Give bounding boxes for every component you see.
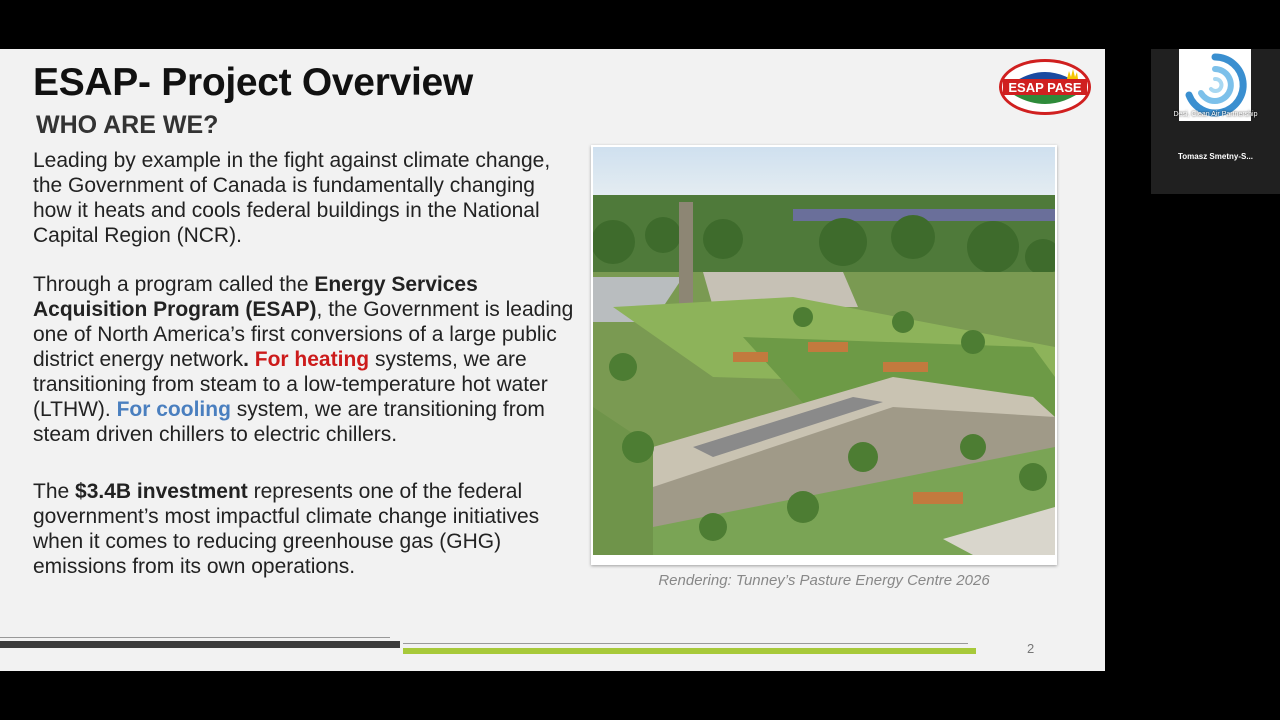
heating-highlight: For heating [254,348,370,371]
footer-divider-thin [0,637,390,638]
participant-thumb-label: Desi, Clean Air Partnership [1173,111,1258,118]
slide-body: Leading by example in the fight against … [33,148,578,603]
footer-bar-dark [0,641,400,648]
cooling-highlight: For cooling [116,398,231,421]
participant-video-panel[interactable]: Desi, Clean Air Partnership Tomasz Smetn… [1151,49,1280,194]
esap-pase-logo: ESAP PASE [997,57,1093,117]
paragraph-intro: Leading by example in the fight against … [33,149,551,247]
slide-title: ESAP- Project Overview [33,61,473,104]
slide-page-number: 2 [1027,641,1035,656]
energy-centre-rendering-image [591,145,1057,565]
presentation-slide: ESAP- Project Overview WHO ARE WE? ESAP … [0,49,1105,671]
slide-subtitle: WHO ARE WE? [36,111,219,139]
paragraph-investment: The $3.4B investment represents one of t… [33,480,540,578]
footer-divider-thin-2 [403,643,968,644]
image-caption: Rendering: Tunney’s Pasture Energy Centr… [658,572,990,589]
participant-name: Tomasz Smetny-S... [1178,152,1253,161]
investment-amount: $3.4B investment [75,480,248,503]
footer-bar-green [403,648,976,654]
logo-text: ESAP PASE [1008,80,1082,95]
paragraph-program: Through a program called the Energy Serv… [33,273,574,446]
